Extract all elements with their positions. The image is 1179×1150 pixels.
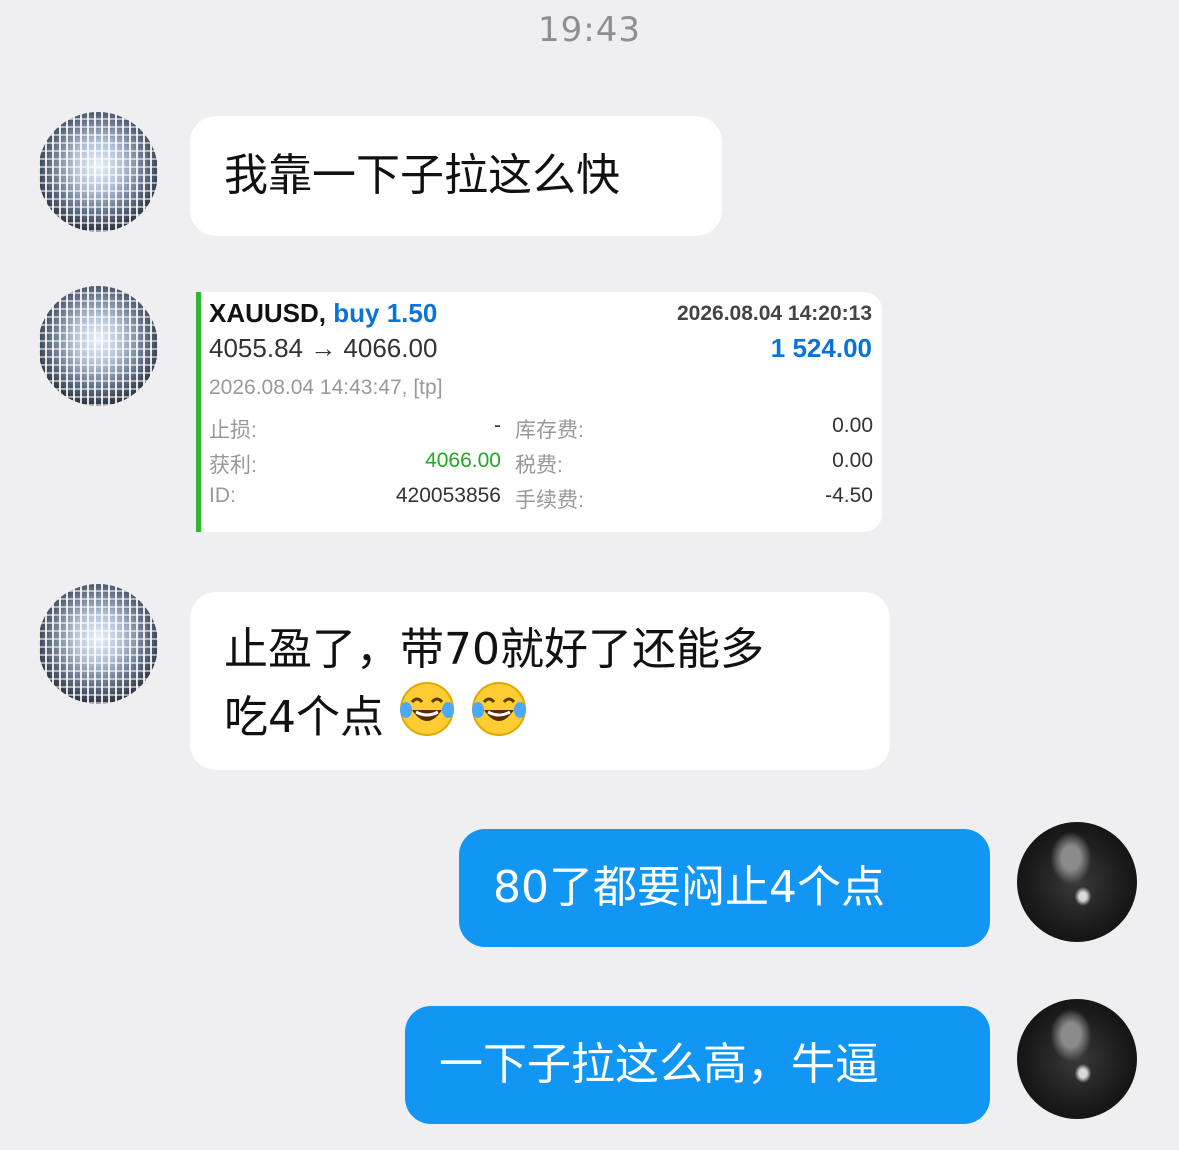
trade-close-time: 2026.08.04 14:43:47, [tp] [209,376,443,399]
take-profit-label: 获利: [209,454,257,477]
message-text: 80了都要闷止4个点 [493,862,885,913]
order-id-value: 420053856 [395,484,501,507]
message-text-line-2: 吃4个点 [224,692,384,743]
stop-loss-value: - [494,414,501,437]
status-time: 19:43 [538,10,641,50]
trade-header-row: XAUUSD, buy 1.50 2026.08.04 14:20:13 [209,298,872,333]
message-bubble-1[interactable]: 我靠一下子拉这么快 [190,116,722,236]
my-avatar[interactable] [1017,999,1137,1119]
swap-value: 0.00 [832,414,873,437]
peer-avatar[interactable] [38,112,158,232]
trade-open-time: 2026.08.04 14:20:13 [677,302,872,325]
trade-price-row: 4055.84 → 4066.00 1 524.00 [209,333,872,368]
my-avatar[interactable] [1017,822,1137,942]
tax-label: 税费: [515,454,563,477]
trade-detail-row: 获利: 4066.00 税费: 0.00 [209,449,873,484]
message-bubble-4[interactable]: 一下子拉这么高，牛逼 [405,1006,990,1124]
trade-card[interactable]: XAUUSD, buy 1.50 2026.08.04 14:20:13 405… [196,292,882,532]
laughing-tears-emoji-icon [472,682,526,736]
peer-avatar[interactable] [38,286,158,406]
take-profit-value: 4066.00 [425,449,501,472]
tax-value: 0.00 [832,449,873,472]
peer-avatar[interactable] [38,584,158,704]
message-text-line-2-wrap: 吃4个点 [224,680,856,748]
trade-detail-row: ID: 420053856 手续费: -4.50 [209,484,873,519]
message-text-line-1: 止盈了，带70就好了还能多 [224,624,764,675]
message-text: 我靠一下子拉这么快 [224,150,620,201]
trade-symbol-name: XAUUSD, [209,298,327,328]
commission-value: -4.50 [825,484,873,507]
commission-label: 手续费: [515,489,584,512]
laughing-tears-emoji-icon [400,682,454,736]
message-bubble-2[interactable]: 止盈了，带70就好了还能多 吃4个点 [190,592,890,770]
trade-prices: 4055.84 → 4066.00 [209,333,438,363]
trade-symbol: XAUUSD, buy 1.50 [209,298,437,329]
message-text: 一下子拉这么高，牛逼 [439,1039,879,1090]
trade-close-row: 2026.08.04 14:43:47, [tp] [209,368,872,403]
message-bubble-3[interactable]: 80了都要闷止4个点 [459,829,990,947]
trade-details: 止损: - 库存费: 0.00 获利: 4066.00 税费: 0.00 ID:… [209,414,873,519]
swap-label: 库存费: [515,419,584,442]
order-id-label: ID: [209,484,236,507]
trade-side: buy 1.50 [333,298,438,328]
stop-loss-label: 止损: [209,419,257,442]
trade-profit: 1 524.00 [770,333,872,363]
trade-detail-row: 止损: - 库存费: 0.00 [209,414,873,449]
